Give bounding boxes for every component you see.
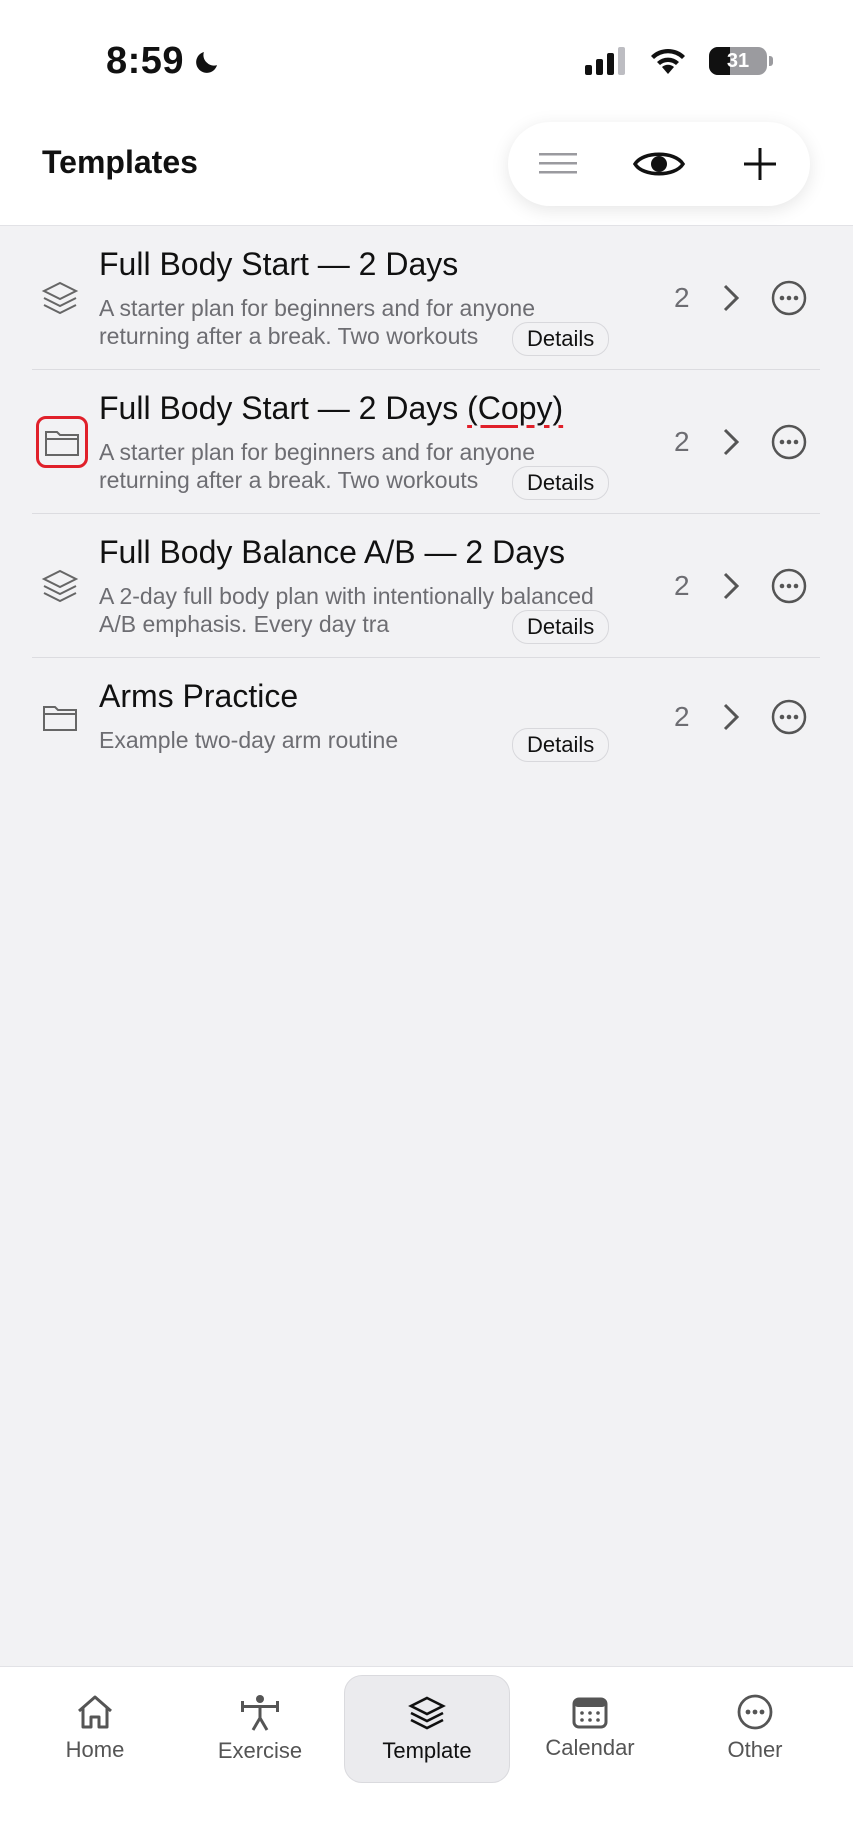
template-title: Full Body Start — 2 Days (Copy) (99, 390, 563, 427)
battery-tip (769, 56, 773, 66)
template-row[interactable]: Arms Practice Example two-day arm routin… (32, 658, 820, 776)
layers-icon (36, 274, 84, 322)
wifi-icon (651, 48, 685, 74)
layers-icon (408, 1696, 446, 1730)
details-button[interactable]: Details (512, 610, 610, 644)
header-toolbar (508, 122, 810, 206)
ellipsis-circle-icon (771, 424, 807, 459)
ellipsis-circle-icon (771, 568, 807, 603)
template-title-main: Full Body Start — 2 Days (99, 390, 468, 426)
calendar-icon (572, 1697, 608, 1729)
weightlifter-icon (241, 1695, 279, 1731)
details-button[interactable]: Details (512, 322, 610, 356)
screen: 8:59 31 Templates Full Body Start — 2 Da… (0, 0, 853, 1844)
template-list: Full Body Start — 2 Days A starter plan … (32, 226, 820, 776)
template-row-selected[interactable]: Full Body Start — 2 Days (Copy) A starte… (32, 370, 820, 514)
details-button[interactable]: Details (512, 466, 610, 500)
details-button[interactable]: Details (512, 728, 610, 762)
chevron-right-icon[interactable] (716, 568, 746, 604)
ellipsis-circle-icon (771, 280, 807, 315)
status-indicators: 31 (585, 46, 773, 76)
tab-home[interactable]: Home (13, 1675, 177, 1781)
chevron-right-icon[interactable] (716, 699, 746, 735)
more-options-button[interactable] (770, 567, 808, 605)
workout-count: 2 (674, 569, 690, 601)
folder-icon[interactable] (36, 415, 88, 468)
battery-icon: 31 (709, 47, 767, 75)
menu-icon (539, 153, 578, 174)
template-title: Full Body Balance A/B — 2 Days (99, 534, 565, 570)
workout-count: 2 (674, 701, 690, 732)
workout-count: 2 (674, 425, 690, 457)
template-row[interactable]: Full Body Balance A/B — 2 Days A 2-day f… (32, 514, 820, 658)
tab-label: Other (727, 1737, 783, 1762)
preview-button[interactable] (619, 129, 699, 199)
signal-icon (585, 47, 625, 75)
eye-icon (632, 152, 685, 176)
template-row[interactable]: Full Body Start — 2 Days A starter plan … (32, 226, 820, 370)
layers-icon (36, 562, 84, 610)
ellipsis-circle-icon (771, 699, 807, 735)
more-icon (737, 1694, 773, 1730)
tab-exercise[interactable]: Exercise (178, 1675, 342, 1781)
workout-count: 2 (674, 281, 690, 313)
battery-level: 31 (726, 49, 750, 72)
template-title: Full Body Start — 2 Days (99, 246, 459, 282)
template-title: Arms Practice (99, 678, 299, 714)
menu-button[interactable] (518, 129, 598, 199)
tab-template[interactable]: Template (344, 1675, 510, 1783)
status-time-text: 8:59 (106, 40, 185, 82)
tab-label: Template (382, 1738, 472, 1763)
status-time: 8:59 (106, 40, 222, 83)
tab-other[interactable]: Other (673, 1675, 837, 1781)
more-options-button[interactable] (770, 698, 808, 736)
page-title: Templates (42, 144, 198, 180)
home-icon (78, 1695, 112, 1729)
tab-calendar[interactable]: Calendar (508, 1675, 672, 1781)
tab-bar: Home Exercise Template Calendar Other (0, 1666, 853, 1844)
tab-label: Home (65, 1737, 125, 1762)
plus-icon (743, 148, 776, 180)
more-options-button[interactable] (770, 423, 808, 461)
chevron-right-icon[interactable] (716, 424, 746, 460)
chevron-right-icon[interactable] (716, 280, 746, 316)
copy-suffix: (Copy) (467, 390, 564, 426)
folder-icon (36, 693, 84, 741)
tab-label: Calendar (545, 1735, 635, 1760)
more-options-button[interactable] (770, 279, 808, 317)
tab-label: Exercise (217, 1738, 303, 1763)
moon-icon (196, 51, 218, 73)
top-bar: 8:59 31 Templates (0, 0, 853, 226)
add-template-button[interactable] (720, 129, 800, 199)
